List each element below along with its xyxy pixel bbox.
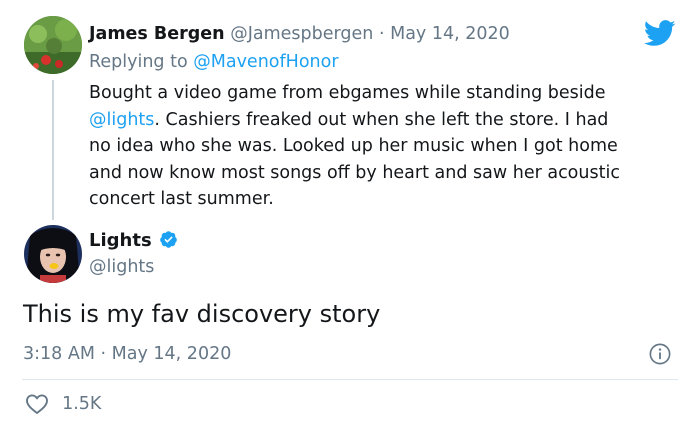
thread-connector-line [52, 80, 54, 220]
tweet-date: May 14, 2020 [111, 344, 232, 364]
main-author-name-row: Lights [89, 229, 178, 253]
reply-author-name[interactable]: James Bergen [89, 24, 225, 44]
reply-body-line: no idea who she was. Looked up her music… [89, 136, 618, 156]
timestamp-separator: · [100, 344, 107, 364]
avatar-image [24, 225, 82, 283]
mention-link[interactable]: @lights [89, 110, 154, 130]
main-tweet-timestamp[interactable]: 3:18 AM · May 14, 2020 [23, 342, 231, 366]
divider [22, 379, 678, 380]
reply-body-line: Bought a video game from ebgames while s… [89, 83, 606, 103]
header-separator: · [378, 24, 385, 44]
main-author-handle[interactable]: @lights [89, 255, 154, 279]
reply-body-line-rest: . Cashiers freaked out when she left the… [154, 109, 609, 130]
main-author-name[interactable]: Lights [89, 230, 152, 251]
avatar-image [24, 16, 82, 74]
reply-date[interactable]: May 14, 2020 [390, 24, 510, 44]
reply-body-line: and now know most songs off by heart and… [89, 162, 620, 183]
replying-to-label: Replying to [89, 52, 188, 72]
verified-badge-icon [160, 231, 178, 248]
main-tweet-text: This is my fav discovery story [23, 300, 381, 328]
twitter-bird-icon [644, 20, 676, 46]
reply-author-handle[interactable]: @Jamespbergen [230, 24, 373, 44]
replying-to-handle-link[interactable]: @MavenofHonor [193, 52, 338, 72]
heart-icon[interactable] [25, 393, 49, 415]
replying-to: Replying to @MavenofHonor [89, 50, 339, 74]
like-action[interactable]: 1.5K [25, 393, 101, 415]
tweet-time: 3:18 AM [23, 344, 95, 364]
reply-body-line: concert last summer. [89, 189, 274, 209]
reply-body-text: Bought a video game from ebgames while s… [89, 80, 689, 213]
reply-header: James Bergen @Jamespbergen · May 14, 202… [89, 22, 510, 46]
reply-body-line: @lights. Cashiers freaked out when she l… [89, 107, 689, 134]
main-author-avatar[interactable] [24, 225, 82, 283]
reply-author-avatar[interactable] [24, 16, 82, 74]
like-count: 1.5K [62, 394, 102, 414]
info-icon[interactable] [649, 343, 671, 365]
